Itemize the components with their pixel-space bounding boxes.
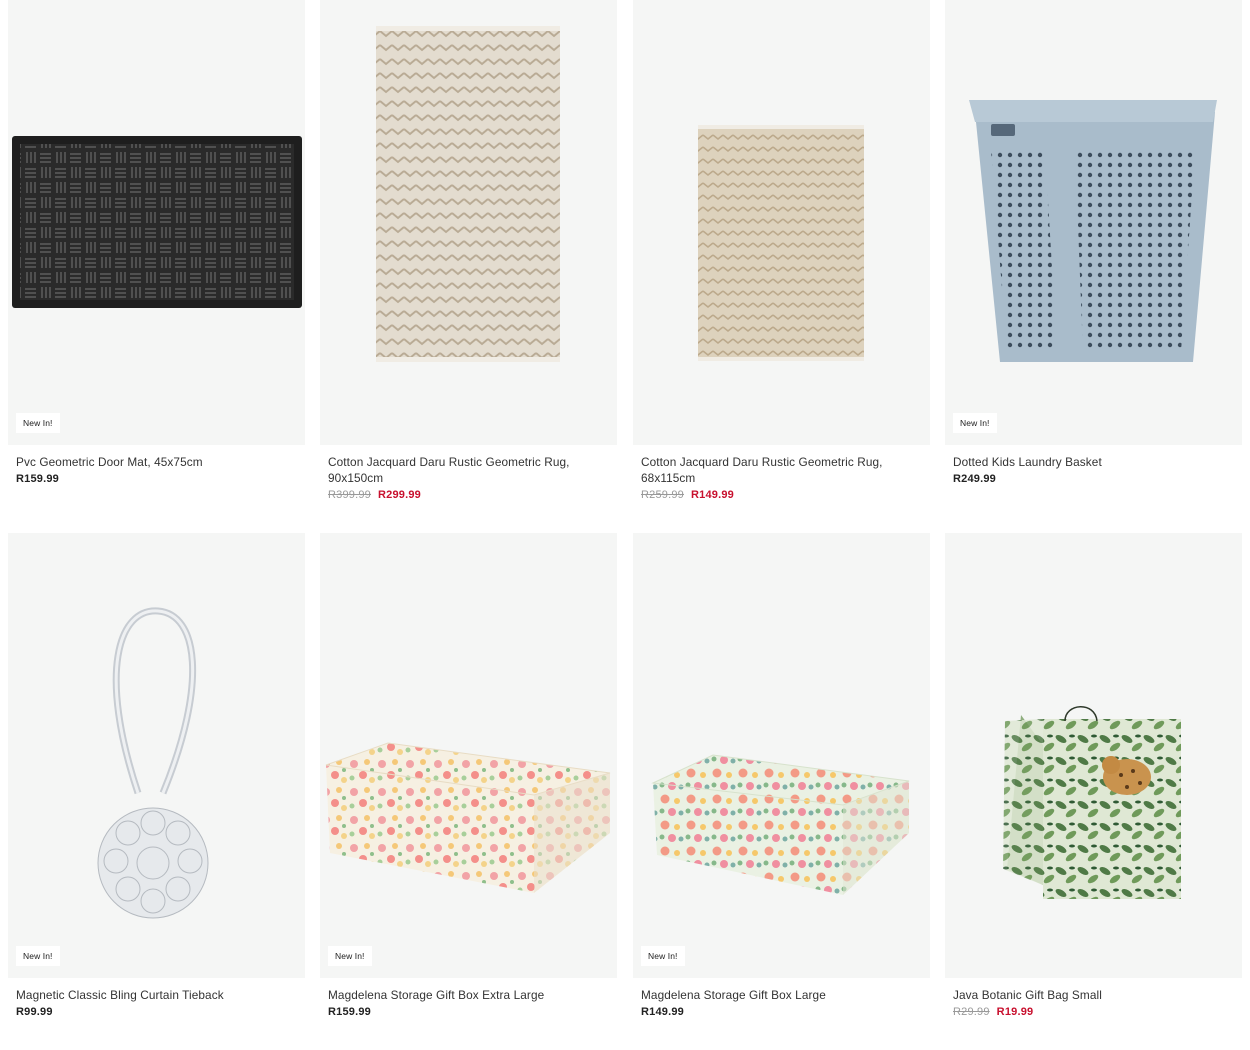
product-card-gift-box-large[interactable]: New In! Magdelena Storage Gift Box Large… bbox=[633, 533, 930, 1018]
product-grid: New In! Pvc Geometric Door Mat, 45x75cm … bbox=[0, 0, 1250, 1050]
product-image[interactable]: New In! bbox=[945, 0, 1242, 445]
gift-box-large-image bbox=[651, 754, 910, 895]
price: R149.99 bbox=[641, 1006, 684, 1018]
new-in-badge: New In! bbox=[16, 946, 60, 966]
old-price: R29.99 bbox=[953, 1006, 990, 1018]
product-title[interactable]: Java Botanic Gift Bag Small bbox=[953, 987, 1234, 1003]
product-title[interactable]: Magdelena Storage Gift Box Extra Large bbox=[328, 987, 609, 1003]
price: R249.99 bbox=[953, 473, 996, 485]
product-image[interactable]: New In! bbox=[8, 533, 305, 978]
product-card-rug-large[interactable]: Cotton Jacquard Daru Rustic Geometric Ru… bbox=[320, 0, 617, 501]
product-card-door-mat[interactable]: New In! Pvc Geometric Door Mat, 45x75cm … bbox=[8, 0, 305, 485]
product-price: R149.99 bbox=[641, 1006, 922, 1018]
new-in-badge: New In! bbox=[16, 413, 60, 433]
product-title[interactable]: Dotted Kids Laundry Basket bbox=[953, 454, 1234, 470]
product-title[interactable]: Cotton Jacquard Daru Rustic Geometric Ru… bbox=[641, 454, 922, 486]
product-image[interactable]: New In! bbox=[633, 533, 930, 978]
rug-large-image bbox=[376, 26, 560, 362]
product-image[interactable] bbox=[320, 0, 617, 445]
product-price: R249.99 bbox=[953, 473, 1234, 485]
sale-price: R149.99 bbox=[691, 489, 734, 501]
product-title[interactable]: Cotton Jacquard Daru Rustic Geometric Ru… bbox=[328, 454, 609, 486]
old-price: R399.99 bbox=[328, 489, 371, 501]
product-card-laundry-basket[interactable]: New In! Dotted Kids Laundry Basket R249.… bbox=[945, 0, 1242, 485]
product-image[interactable] bbox=[945, 533, 1242, 978]
rug-small-image bbox=[698, 125, 864, 361]
new-in-badge: New In! bbox=[953, 413, 997, 433]
door-mat-image bbox=[12, 136, 302, 308]
price: R159.99 bbox=[328, 1006, 371, 1018]
laundry-basket-image bbox=[969, 100, 1217, 362]
product-price: R29.99 R19.99 bbox=[953, 1006, 1234, 1018]
product-title[interactable]: Magdelena Storage Gift Box Large bbox=[641, 987, 922, 1003]
curtain-tieback-image bbox=[97, 607, 209, 919]
new-in-badge: New In! bbox=[328, 946, 372, 966]
price: R159.99 bbox=[16, 473, 59, 485]
gift-bag-image bbox=[1003, 706, 1181, 899]
product-price: R399.99 R299.99 bbox=[328, 489, 609, 501]
product-title[interactable]: Magnetic Classic Bling Curtain Tieback bbox=[16, 987, 297, 1003]
product-price: R259.99 R149.99 bbox=[641, 489, 922, 501]
sale-price: R299.99 bbox=[378, 489, 421, 501]
old-price: R259.99 bbox=[641, 489, 684, 501]
product-price: R99.99 bbox=[16, 1006, 297, 1018]
product-card-gift-bag[interactable]: Java Botanic Gift Bag Small R29.99 R19.99 bbox=[945, 533, 1242, 1018]
product-price: R159.99 bbox=[16, 473, 297, 485]
product-title[interactable]: Pvc Geometric Door Mat, 45x75cm bbox=[16, 454, 297, 470]
product-card-gift-box-xl[interactable]: New In! Magdelena Storage Gift Box Extra… bbox=[320, 533, 617, 1018]
product-card-curtain-tieback[interactable]: New In! Magnetic Classic Bling Curtain T… bbox=[8, 533, 305, 1018]
product-image[interactable]: New In! bbox=[320, 533, 617, 978]
gift-box-xl-image bbox=[325, 742, 611, 893]
product-price: R159.99 bbox=[328, 1006, 609, 1018]
sale-price: R19.99 bbox=[996, 1006, 1034, 1018]
product-image[interactable] bbox=[633, 0, 930, 445]
new-in-badge: New In! bbox=[641, 946, 685, 966]
price: R99.99 bbox=[16, 1006, 53, 1018]
product-image[interactable]: New In! bbox=[8, 0, 305, 445]
product-card-rug-small[interactable]: Cotton Jacquard Daru Rustic Geometric Ru… bbox=[633, 0, 930, 501]
